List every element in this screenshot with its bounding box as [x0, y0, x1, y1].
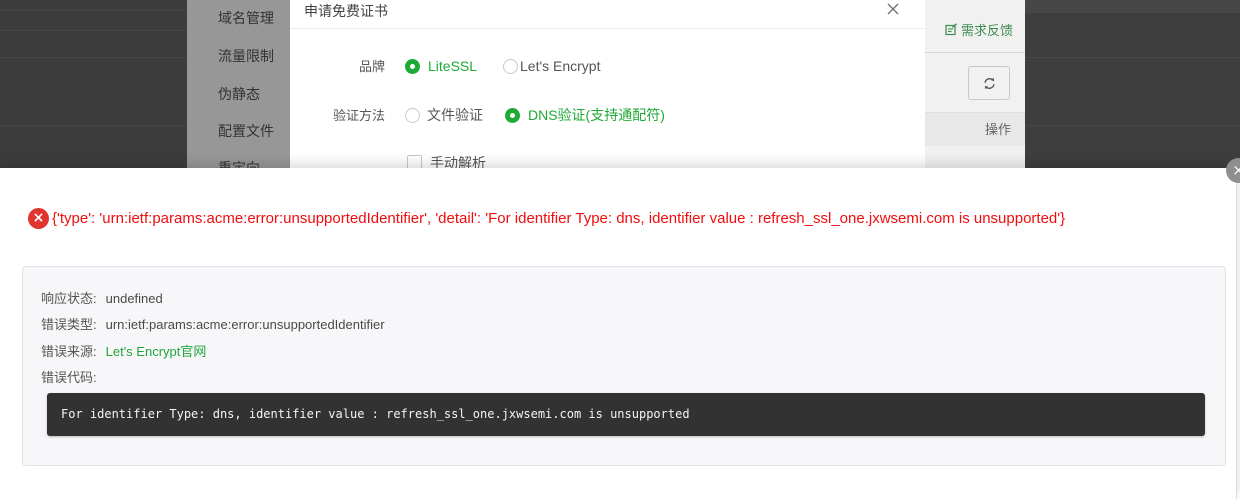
close-icon[interactable]: [884, 0, 902, 18]
divider: [1025, 57, 1240, 58]
feedback-form-icon: [945, 23, 957, 36]
response-status-label: 响应状态:: [41, 291, 97, 306]
response-status-row: 响应状态: undefined: [41, 291, 163, 307]
verify-method-label: 验证方法: [332, 108, 385, 123]
feedback-link[interactable]: 需求反馈: [945, 20, 1013, 39]
error-message-text: {'type': 'urn:ietf:params:acme:error:uns…: [52, 210, 1066, 227]
error-circle-icon: ×: [28, 208, 49, 229]
error-code-label: 错误代码:: [41, 370, 97, 385]
radio-dns-verify[interactable]: [505, 108, 520, 123]
operation-column-header: 操作: [984, 122, 1011, 137]
dialog-title: 申请免费证书: [304, 3, 388, 19]
sidebar-item-domain[interactable]: 域名管理: [218, 8, 274, 28]
settings-side-menu: 域名管理 流量限制 伪静态 配置文件 重定向: [187, 0, 290, 176]
sidebar-item-config[interactable]: 配置文件: [218, 121, 274, 141]
error-code-box: For identifier Type: dns, identifier val…: [47, 393, 1205, 436]
radio-letsencrypt[interactable]: [503, 59, 518, 74]
brand-label: 品牌: [358, 59, 385, 74]
sidebar-item-rewrite[interactable]: 伪静态: [218, 84, 260, 104]
error-source-link[interactable]: Let's Encrypt官网: [106, 344, 207, 359]
radio-litessl-label[interactable]: LiteSSL: [428, 58, 477, 74]
divider: [0, 30, 187, 31]
divider: [0, 57, 187, 58]
divider: [925, 52, 1025, 53]
error-source-label: 错误来源:: [41, 344, 97, 359]
divider: [0, 125, 187, 126]
radio-letsencrypt-label[interactable]: Let's Encrypt: [520, 58, 601, 74]
sidebar-item-traffic[interactable]: 流量限制: [218, 46, 274, 66]
error-result-panel: × {'type': 'urn:ietf:params:acme:error:u…: [0, 168, 1237, 499]
radio-file-verify[interactable]: [405, 108, 420, 123]
dimmed-row: [1025, 0, 1240, 13]
error-type-label: 错误类型:: [41, 317, 97, 332]
error-type-value: urn:ietf:params:acme:error:unsupportedId…: [105, 317, 385, 332]
apply-certificate-dialog: 申请免费证书 品牌 LiteSSL Let's Encrypt 验证方法 文件验…: [290, 0, 925, 171]
divider: [1025, 125, 1240, 126]
radio-file-verify-label[interactable]: 文件验证: [427, 107, 483, 123]
divider: [290, 28, 925, 29]
radio-dns-verify-label[interactable]: DNS验证(支持通配符): [528, 107, 665, 123]
table-header-band: 操作: [925, 112, 1025, 146]
divider: [0, 10, 187, 11]
screen: 域名管理 流量限制 伪静态 配置文件 重定向 申请免费证书 品牌 LiteSSL…: [0, 0, 1240, 499]
feedback-link-label: 需求反馈: [960, 23, 1013, 38]
response-status-value: undefined: [105, 291, 163, 306]
dimmed-background-right: [1025, 0, 1240, 168]
error-source-row: 错误来源: Let's Encrypt官网: [41, 344, 206, 360]
error-code-row: 错误代码:: [41, 370, 97, 386]
error-code-text: For identifier Type: dns, identifier val…: [61, 407, 690, 421]
error-type-row: 错误类型: urn:ietf:params:acme:error:unsuppor…: [41, 317, 385, 333]
refresh-icon: [983, 77, 995, 89]
ssl-page-strip: 需求反馈 操作: [925, 0, 1025, 168]
dimmed-background-left: [0, 0, 187, 168]
radio-litessl[interactable]: [405, 59, 420, 74]
error-detail-box: 响应状态: undefined 错误类型: urn:ietf:params:acme…: [22, 266, 1226, 466]
refresh-button[interactable]: [968, 66, 1010, 100]
